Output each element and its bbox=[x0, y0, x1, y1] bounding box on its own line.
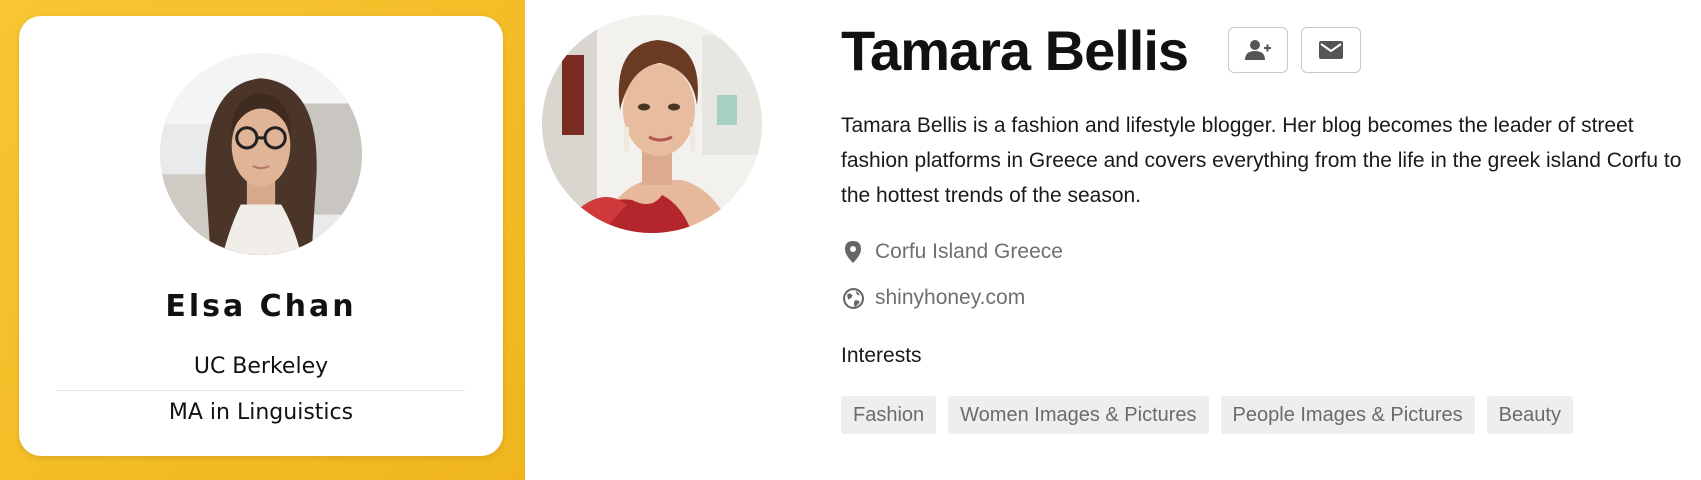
card-school: UC Berkeley bbox=[193, 354, 329, 379]
profile-bio: Tamara Bellis is a fashion and lifestyle… bbox=[841, 114, 1682, 207]
card-panel: Elsa Chan UC Berkeley MA in Linguistics bbox=[0, 0, 525, 480]
interests-heading: Interests bbox=[841, 344, 922, 367]
interest-tags: Fashion Women Images & Pictures People I… bbox=[841, 396, 1585, 434]
globe-icon bbox=[841, 286, 865, 310]
profile-avatar-photo bbox=[542, 15, 762, 233]
avatar bbox=[160, 53, 362, 255]
location-text: Corfu Island Greece bbox=[875, 240, 1063, 263]
envelope-icon bbox=[1319, 41, 1343, 59]
location-row: Corfu Island Greece bbox=[841, 240, 1063, 264]
avatar-photo bbox=[160, 53, 362, 255]
card-divider bbox=[57, 390, 465, 391]
interest-tag[interactable]: Women Images & Pictures bbox=[948, 396, 1209, 434]
follow-button[interactable] bbox=[1228, 27, 1288, 73]
student-card: Elsa Chan UC Berkeley MA in Linguistics bbox=[19, 16, 503, 456]
add-user-icon bbox=[1245, 40, 1271, 60]
card-name: Elsa Chan bbox=[165, 289, 357, 324]
website-link[interactable]: shinyhoney.com bbox=[875, 286, 1025, 310]
profile-avatar bbox=[542, 15, 762, 233]
interest-tag[interactable]: Beauty bbox=[1486, 396, 1573, 434]
profile-name: Tamara Bellis bbox=[841, 19, 1189, 82]
card-degree: MA in Linguistics bbox=[168, 400, 354, 425]
website-row[interactable]: shinyhoney.com bbox=[841, 286, 1025, 310]
interest-tag[interactable]: Fashion bbox=[841, 396, 937, 434]
location-pin-icon bbox=[841, 240, 865, 264]
interest-tag[interactable]: People Images & Pictures bbox=[1220, 396, 1475, 434]
message-button[interactable] bbox=[1301, 27, 1361, 73]
